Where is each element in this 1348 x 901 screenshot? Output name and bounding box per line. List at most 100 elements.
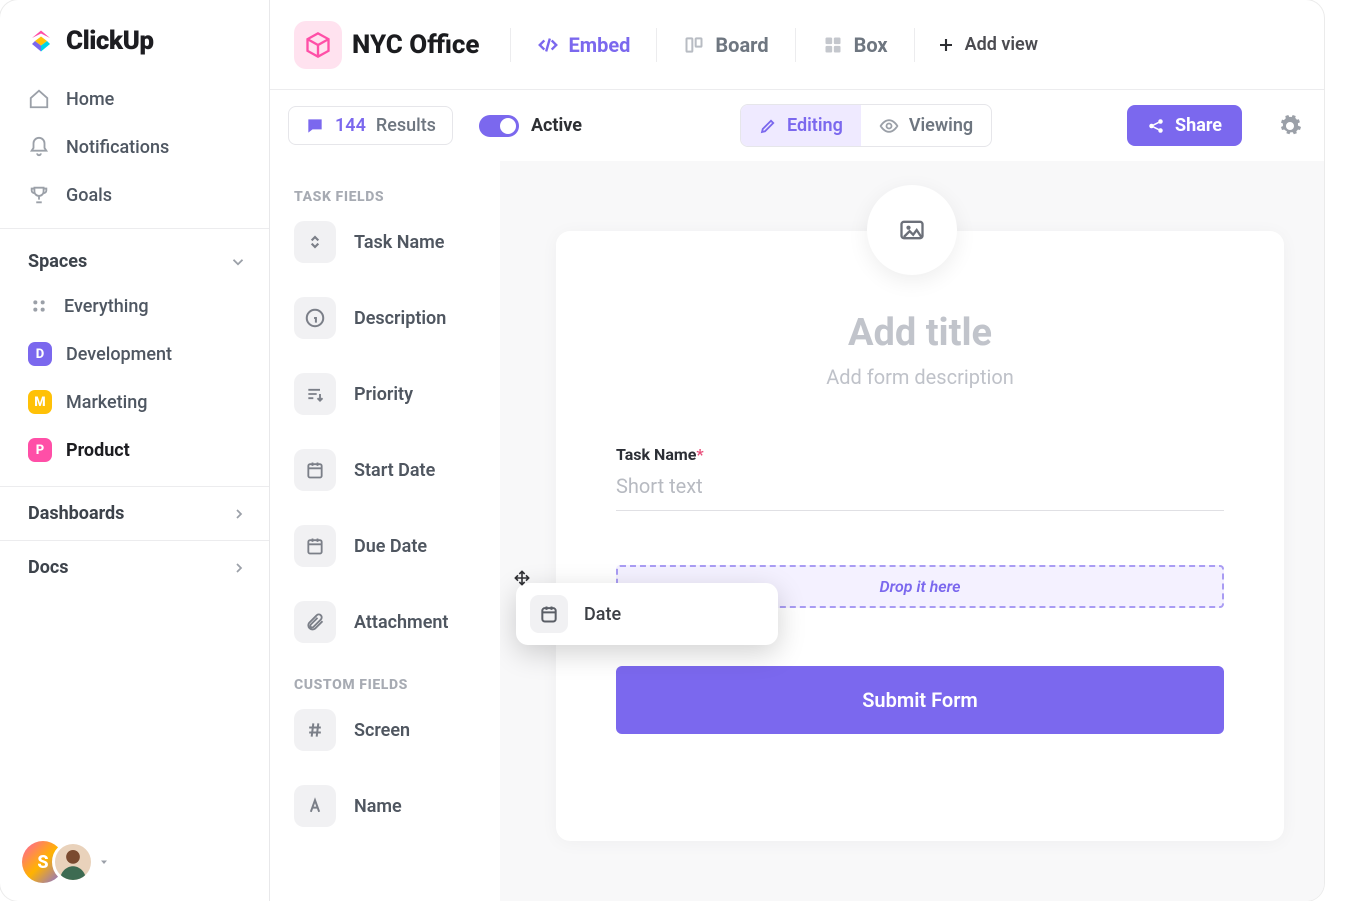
avatar-stack[interactable]: S bbox=[22, 841, 88, 883]
nav-home-label: Home bbox=[66, 89, 114, 110]
space-everything[interactable]: Everything bbox=[22, 284, 257, 328]
nav-notifications[interactable]: Notifications bbox=[22, 124, 257, 170]
view-label: Embed bbox=[569, 33, 631, 57]
separator bbox=[795, 28, 796, 62]
workspace: TASK FIELDS Task Name Description Priori… bbox=[270, 161, 1324, 901]
form-desc-placeholder[interactable]: Add form description bbox=[616, 365, 1224, 389]
view-box[interactable]: Box bbox=[818, 29, 892, 61]
caret-down-icon[interactable] bbox=[98, 856, 110, 868]
main: NYC Office Embed Board Box Add view bbox=[270, 0, 1324, 901]
space-product[interactable]: P Product bbox=[22, 428, 257, 472]
field-label: Start Date bbox=[354, 460, 435, 481]
space-everything-label: Everything bbox=[64, 296, 149, 317]
sidebar: ClickUp Home Notifications Goals Spaces bbox=[0, 0, 270, 901]
view-label: Board bbox=[715, 33, 768, 57]
field-priority[interactable]: Priority bbox=[294, 373, 492, 415]
hash-icon bbox=[294, 709, 336, 751]
field-label: Description bbox=[354, 308, 446, 329]
calendar-icon bbox=[530, 595, 568, 633]
logo-text: ClickUp bbox=[66, 26, 154, 56]
embed-icon bbox=[537, 34, 559, 56]
plus-icon bbox=[937, 36, 955, 54]
spaces-heading: Spaces bbox=[28, 251, 87, 272]
field-task-name[interactable]: Task Name bbox=[294, 221, 492, 263]
field-label: Priority bbox=[354, 384, 413, 405]
custom-fields-heading: CUSTOM FIELDS bbox=[294, 677, 492, 693]
pencil-icon bbox=[759, 117, 777, 135]
calendar-icon bbox=[294, 449, 336, 491]
active-toggle[interactable] bbox=[479, 115, 519, 137]
field-screen[interactable]: Screen bbox=[294, 709, 492, 751]
app-root: { "brand": { "name": "ClickUp" }, "nav":… bbox=[0, 0, 1324, 901]
view-label: Box bbox=[854, 33, 888, 57]
submit-button[interactable]: Submit Form bbox=[616, 666, 1224, 734]
eye-icon bbox=[879, 116, 899, 136]
form-image-picker[interactable] bbox=[867, 185, 957, 275]
results-count: 144 bbox=[335, 115, 366, 136]
grid-icon bbox=[28, 295, 50, 317]
text-icon bbox=[294, 785, 336, 827]
field-label: Attachment bbox=[354, 612, 448, 633]
settings-icon[interactable] bbox=[1278, 114, 1302, 138]
task-fields-heading: TASK FIELDS bbox=[294, 189, 492, 205]
space-badge: D bbox=[28, 342, 52, 366]
dragging-field-chip[interactable]: Date bbox=[516, 583, 778, 645]
mode-viewing-label: Viewing bbox=[909, 115, 973, 136]
sort-icon bbox=[294, 221, 336, 263]
avatar-user-icon bbox=[52, 841, 94, 883]
spaces-header[interactable]: Spaces bbox=[0, 241, 269, 280]
form-field-block: Task Name* bbox=[616, 445, 1224, 511]
mode-segment: Editing Viewing bbox=[740, 104, 992, 147]
separator bbox=[914, 28, 915, 62]
mode-viewing[interactable]: Viewing bbox=[861, 105, 991, 146]
space-badge: M bbox=[28, 390, 52, 414]
separator bbox=[510, 28, 511, 62]
active-toggle-group: Active bbox=[479, 115, 582, 137]
form-field-label: Task Name* bbox=[616, 445, 1224, 464]
space-marketing[interactable]: M Marketing bbox=[22, 380, 257, 424]
active-label: Active bbox=[531, 115, 582, 136]
priority-icon bbox=[294, 373, 336, 415]
chip-label: Date bbox=[584, 604, 621, 625]
results-word: Results bbox=[376, 115, 436, 136]
image-icon bbox=[898, 216, 926, 244]
mode-editing[interactable]: Editing bbox=[741, 105, 861, 146]
mode-editing-label: Editing bbox=[787, 115, 843, 136]
nav-goals[interactable]: Goals bbox=[22, 172, 257, 218]
field-description[interactable]: Description bbox=[294, 297, 492, 339]
share-label: Share bbox=[1175, 115, 1222, 136]
space-label: Development bbox=[66, 344, 172, 365]
board-icon bbox=[683, 34, 705, 56]
paperclip-icon bbox=[294, 601, 336, 643]
nav-docs-label: Docs bbox=[28, 557, 68, 578]
space-label: Product bbox=[66, 440, 130, 461]
field-attachment[interactable]: Attachment bbox=[294, 601, 492, 643]
logo[interactable]: ClickUp bbox=[0, 0, 269, 74]
box-icon bbox=[822, 34, 844, 56]
spaces-section: Spaces Everything D Development M Market… bbox=[0, 228, 269, 486]
share-button[interactable]: Share bbox=[1127, 105, 1242, 146]
info-icon bbox=[294, 297, 336, 339]
field-label: Name bbox=[354, 796, 402, 817]
form-card: Add title Add form description Task Name… bbox=[556, 231, 1284, 841]
view-embed[interactable]: Embed bbox=[533, 29, 635, 61]
field-name[interactable]: Name bbox=[294, 785, 492, 827]
view-board[interactable]: Board bbox=[679, 29, 772, 61]
add-view-label: Add view bbox=[965, 34, 1038, 55]
nav-notifications-label: Notifications bbox=[66, 137, 169, 158]
nav-home[interactable]: Home bbox=[22, 76, 257, 122]
field-start-date[interactable]: Start Date bbox=[294, 449, 492, 491]
field-due-date[interactable]: Due Date bbox=[294, 525, 492, 567]
space-development[interactable]: D Development bbox=[22, 332, 257, 376]
add-view-button[interactable]: Add view bbox=[937, 34, 1038, 55]
topbar: NYC Office Embed Board Box Add view bbox=[270, 0, 1324, 90]
field-label: Due Date bbox=[354, 536, 427, 557]
space-badge: P bbox=[28, 438, 52, 462]
field-label: Task Name bbox=[354, 232, 444, 253]
nav-docs[interactable]: Docs bbox=[0, 540, 269, 594]
form-title-placeholder[interactable]: Add title bbox=[616, 311, 1224, 355]
task-name-input[interactable] bbox=[616, 464, 1224, 511]
space-label: Marketing bbox=[66, 392, 147, 413]
results-chip[interactable]: 144 Results bbox=[288, 106, 453, 145]
nav-dashboards[interactable]: Dashboards bbox=[0, 486, 269, 540]
